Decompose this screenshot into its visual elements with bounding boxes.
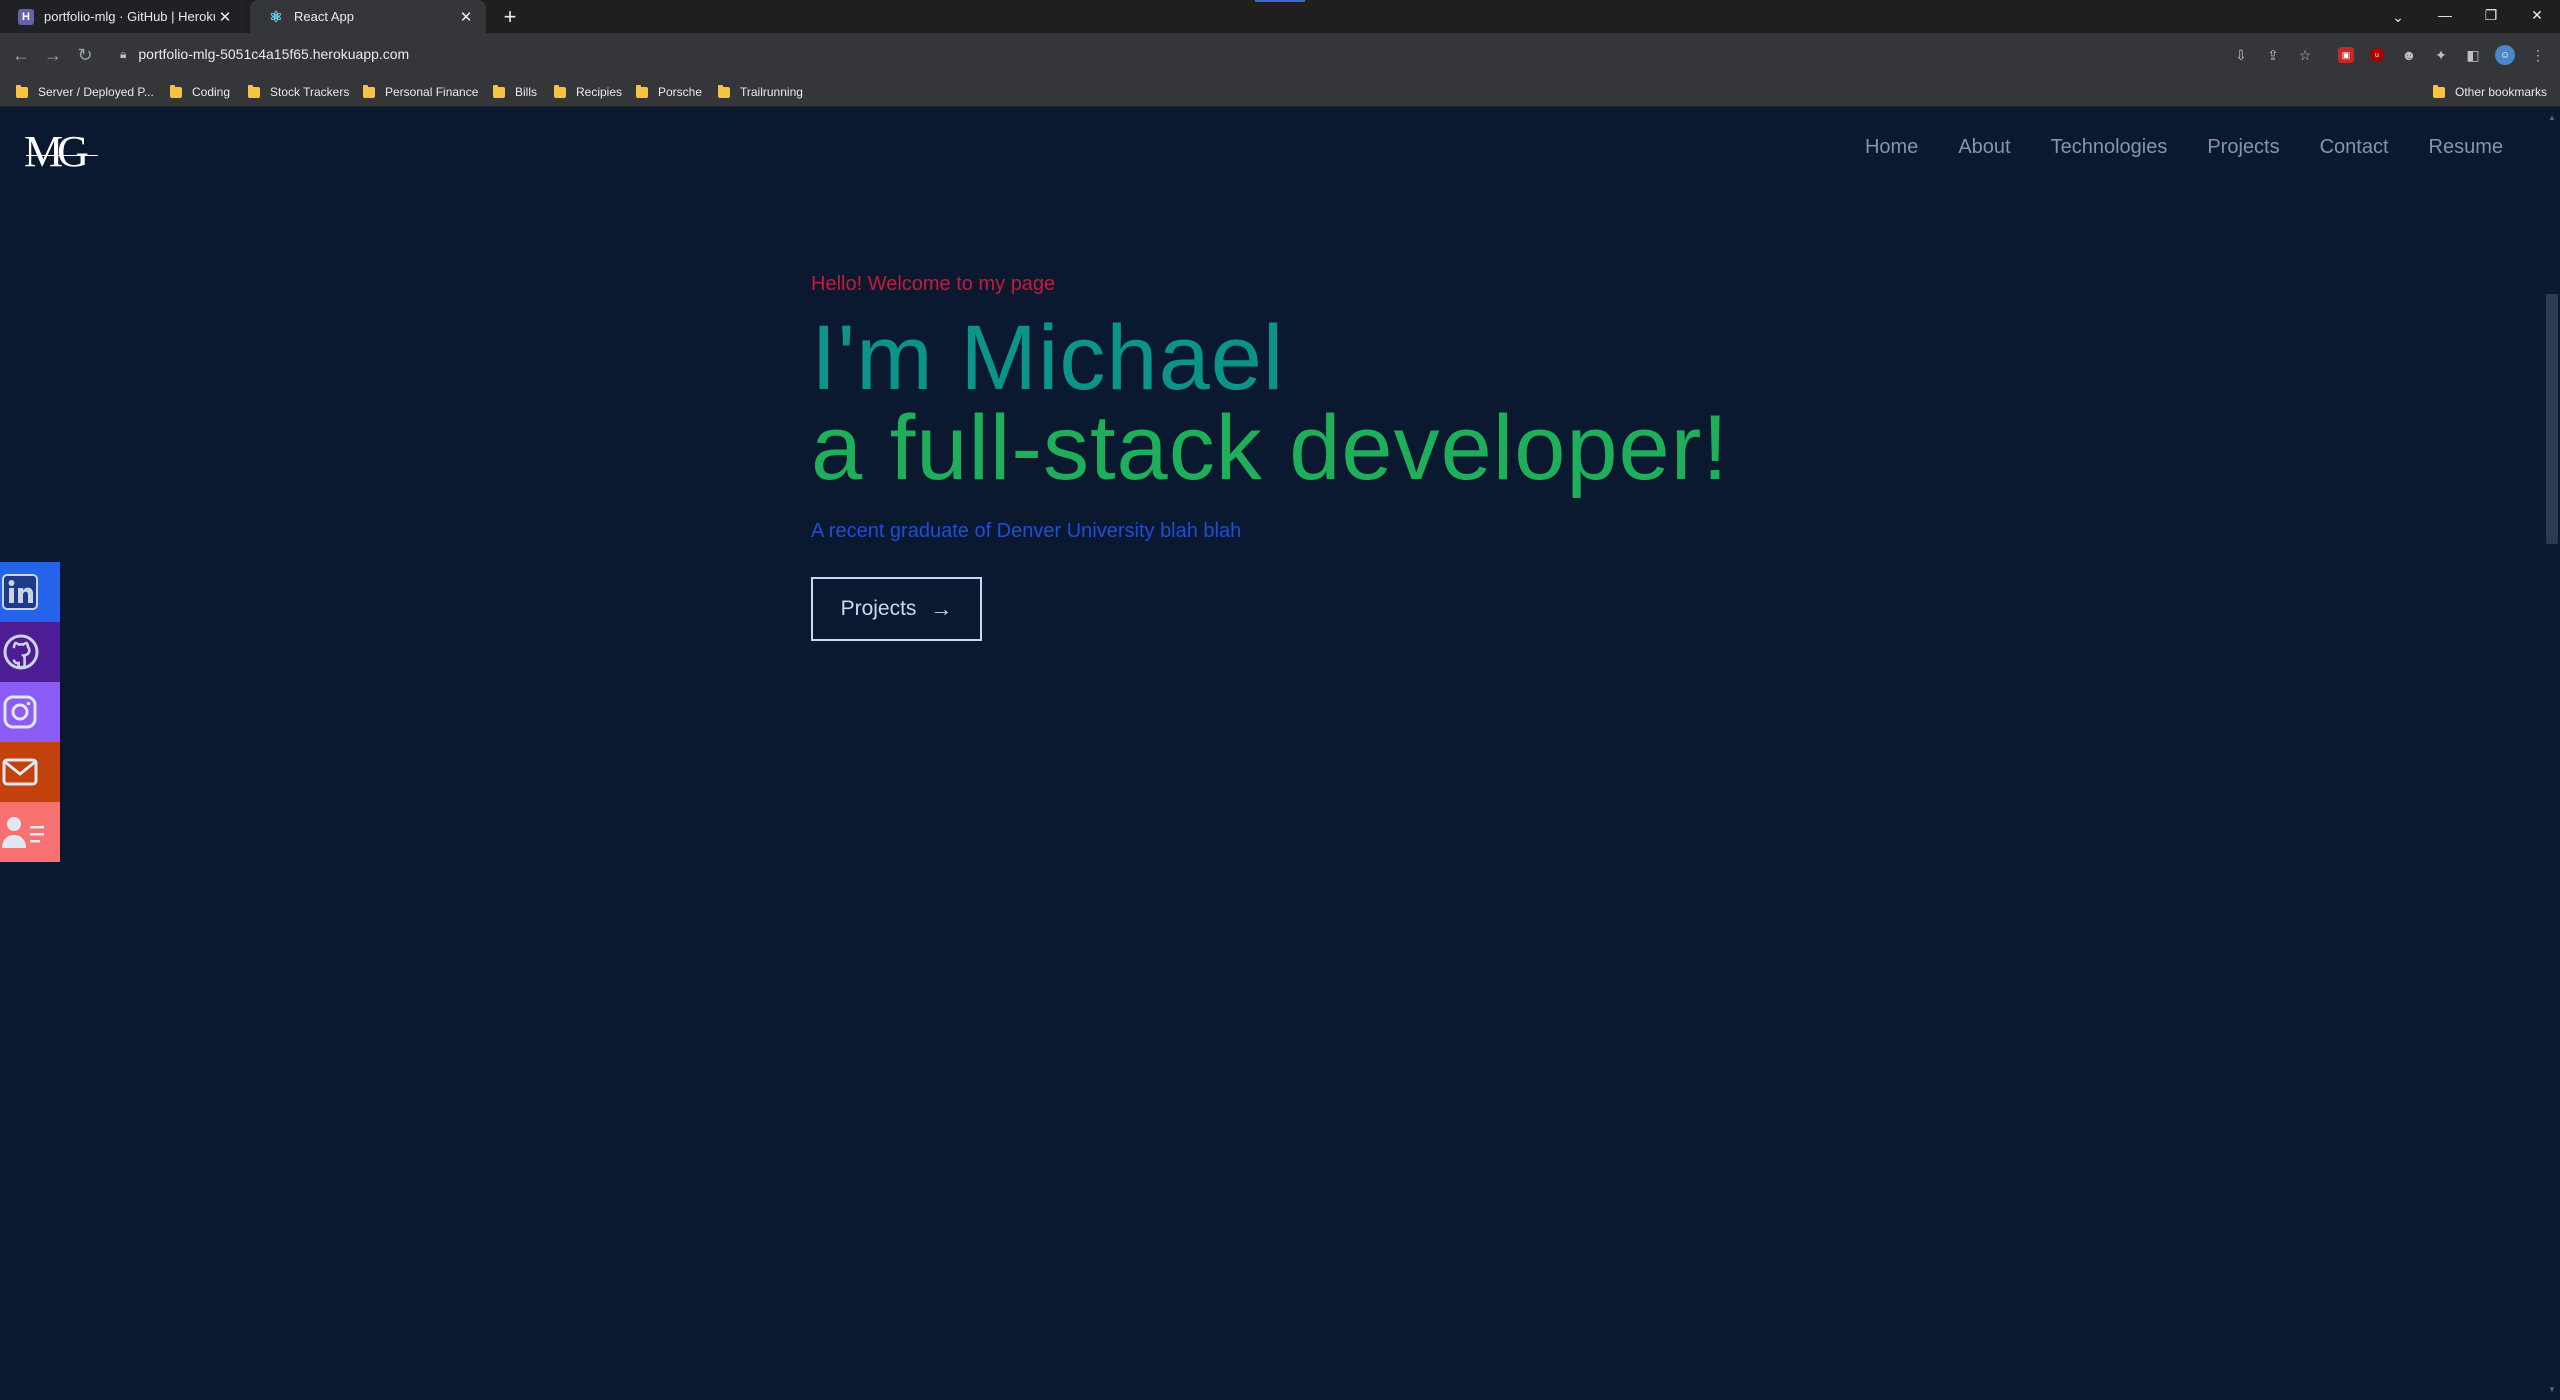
folder-icon (493, 84, 505, 98)
close-icon[interactable]: ✕ (456, 7, 476, 27)
scroll-thumb[interactable] (2546, 294, 2558, 544)
folder-icon (170, 84, 182, 98)
linkedin-icon (2, 574, 38, 610)
folder-icon (363, 84, 375, 98)
accent-bar (1255, 0, 1305, 2)
browser-toolbar: ← → ↻ 🔒︎ portfolio-mlg-5051c4a15f65.hero… (0, 33, 2560, 76)
ublock-icon[interactable]: u (2370, 48, 2384, 62)
bookmark-folder[interactable]: Porsche (636, 83, 702, 101)
extension-icon[interactable]: ▣ (2338, 47, 2354, 63)
menu-icon[interactable]: ⋮ (2527, 44, 2549, 66)
tab-title: React App (294, 9, 354, 24)
folder-icon (2433, 84, 2445, 98)
nav-about[interactable]: About (1958, 136, 2010, 159)
instagram-link[interactable] (0, 682, 60, 742)
nav-technologies[interactable]: Technologies (2051, 136, 2168, 159)
install-icon[interactable]: ⇩ (2230, 44, 2252, 66)
tab-heroku[interactable]: H portfolio-mlg · GitHub | Heroku ✕ (0, 0, 245, 33)
mail-icon (2, 758, 38, 786)
site-logo[interactable]: MG (24, 130, 89, 174)
nav-resume[interactable]: Resume (2429, 136, 2503, 159)
bookmark-folder[interactable]: Stock Trackers (248, 83, 349, 101)
page-scrollbar[interactable]: ▲ ▼ (2544, 108, 2560, 1400)
scroll-down-arrow[interactable]: ▼ (2547, 1384, 2557, 1394)
extension-face-icon[interactable]: ☻ (2398, 44, 2420, 66)
instagram-icon (3, 695, 37, 729)
resume-link[interactable] (0, 802, 60, 862)
react-favicon-icon: ⚛ (269, 8, 283, 26)
folder-icon (16, 84, 28, 98)
tab-strip: H portfolio-mlg · GitHub | Heroku ✕ ⚛ Re… (0, 0, 2560, 33)
github-icon (3, 634, 39, 670)
bookmark-folder[interactable]: Trailrunning (718, 83, 803, 101)
bookmark-folder[interactable]: Bills (493, 83, 537, 101)
hero-tagline: A recent graduate of Denver University b… (811, 520, 1242, 542)
bookmark-folder[interactable]: Coding (170, 83, 230, 101)
side-panel-icon[interactable]: ◧ (2462, 44, 2484, 66)
restore-button[interactable]: ❐ (2468, 0, 2514, 30)
main-nav: Home About Technologies Projects Contact… (1865, 136, 2503, 159)
hero-greeting: Hello! Welcome to my page (811, 273, 1056, 295)
other-bookmarks[interactable]: Other bookmarks (2433, 83, 2547, 101)
projects-button-label: Projects (840, 597, 917, 620)
minimize-button[interactable]: — (2422, 0, 2468, 30)
bookmark-folder[interactable]: Personal Finance (363, 83, 478, 101)
address-bar[interactable]: 🔒︎ portfolio-mlg-5051c4a15f65.herokuapp.… (110, 37, 2250, 71)
folder-icon (718, 84, 730, 98)
scroll-up-arrow[interactable]: ▲ (2547, 112, 2557, 122)
url-text: portfolio-mlg-5051c4a15f65.herokuapp.com (138, 46, 410, 62)
projects-button[interactable]: Projects → (811, 577, 982, 641)
tab-react-app[interactable]: ⚛ React App ✕ (250, 0, 486, 33)
nav-contact[interactable]: Contact (2320, 136, 2389, 159)
tab-title: portfolio-mlg · GitHub | Heroku (44, 9, 215, 24)
social-sidebar (0, 562, 60, 862)
nav-projects[interactable]: Projects (2207, 136, 2279, 159)
profile-avatar[interactable]: ☺ (2495, 45, 2515, 65)
back-button[interactable]: ← (8, 42, 34, 68)
folder-icon (248, 84, 260, 98)
arrow-right-icon: → (930, 596, 953, 621)
hero-headline: I'm Michael (811, 307, 1285, 409)
bookmark-folder[interactable]: Server / Deployed P... (16, 83, 154, 101)
logo-rule (26, 155, 98, 156)
github-link[interactable] (0, 622, 60, 682)
close-icon[interactable]: ✕ (215, 7, 235, 27)
resume-icon (2, 817, 44, 848)
heroku-favicon-icon: H (18, 8, 34, 25)
nav-home[interactable]: Home (1865, 136, 1918, 159)
puzzle-icon[interactable]: ✦ (2430, 44, 2452, 66)
bookmarks-bar: Server / Deployed P... Coding Stock Trac… (0, 76, 2560, 107)
close-window-button[interactable]: ✕ (2514, 0, 2560, 30)
linkedin-link[interactable] (0, 562, 60, 622)
share-icon[interactable]: ⇪ (2262, 44, 2284, 66)
hero-subhead: a full-stack developer! (811, 397, 1729, 499)
bookmark-folder[interactable]: Recipies (554, 83, 622, 101)
chevron-down-icon[interactable]: ⌄ (2386, 5, 2410, 29)
folder-icon (554, 84, 566, 98)
mail-link[interactable] (0, 742, 60, 802)
hero-section: Hello! Welcome to my page I'm Michael a … (811, 273, 1729, 641)
portfolio-page: MG Home About Technologies Projects Cont… (0, 108, 2560, 1400)
folder-icon (636, 84, 648, 98)
forward-button[interactable]: → (40, 42, 66, 68)
star-icon[interactable]: ☆ (2294, 44, 2316, 66)
reload-button[interactable]: ↻ (72, 42, 98, 68)
lock-icon: 🔒︎ (120, 46, 127, 61)
new-tab-button[interactable]: + (498, 4, 522, 29)
